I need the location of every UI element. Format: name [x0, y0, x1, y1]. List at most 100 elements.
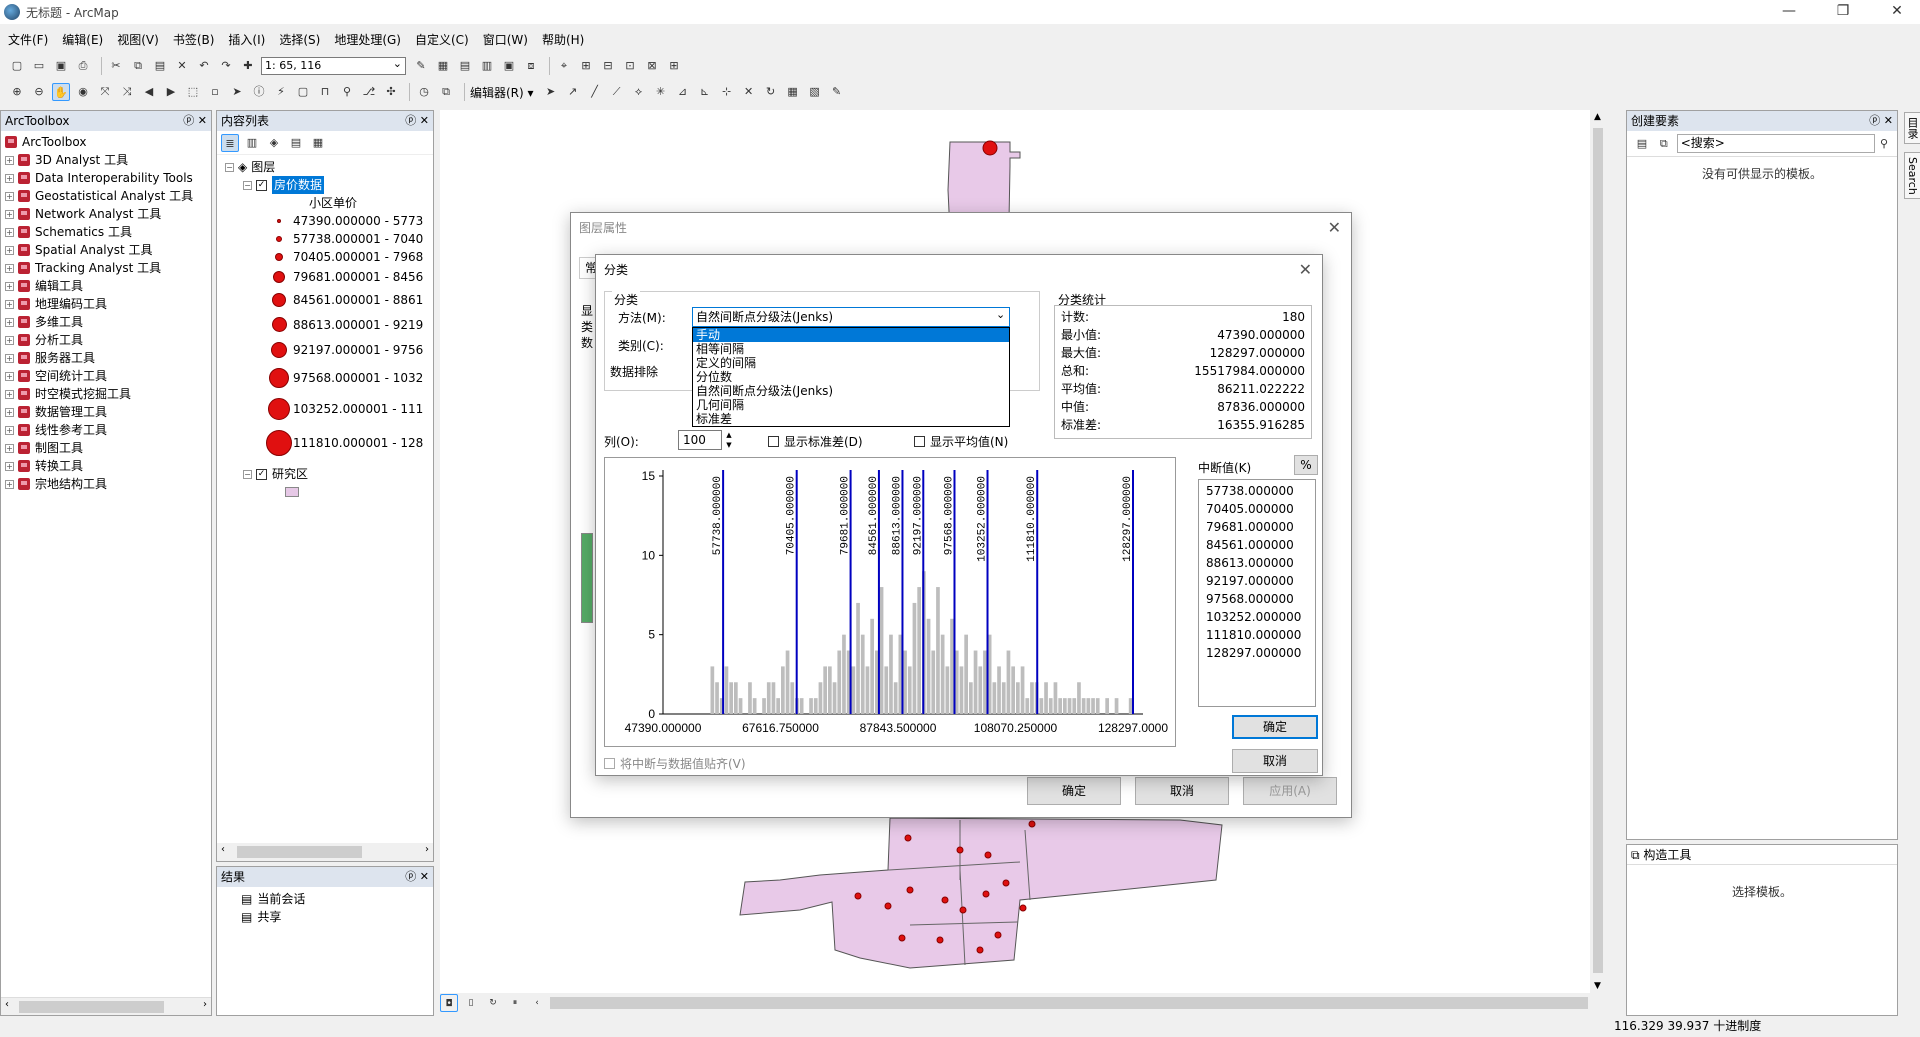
python-icon[interactable]: ▣ — [500, 57, 518, 75]
toolbox-item[interactable]: + Geostatistical Analyst 工具 — [5, 187, 211, 205]
add-data-icon[interactable]: ✚ — [239, 57, 257, 75]
full-extent-icon[interactable]: ◉ — [74, 83, 92, 101]
attributes-icon[interactable]: ▦ — [784, 83, 802, 101]
copy-icon[interactable]: ⧉ — [129, 57, 147, 75]
method-option[interactable]: 标准差 — [693, 412, 1009, 426]
show-std-option[interactable]: 显示标准差(D) — [768, 433, 863, 450]
toolbox-item[interactable]: + 数据管理工具 — [5, 403, 211, 421]
expand-icon[interactable]: + — [5, 227, 14, 237]
toolbox-item[interactable]: + 线性参考工具 — [5, 421, 211, 439]
toolbox-item[interactable]: + 宗地结构工具 — [5, 475, 211, 493]
toolbox-item[interactable]: + Schematics 工具 — [5, 223, 211, 241]
time-slider-icon[interactable]: ◷ — [415, 83, 433, 101]
legend-class[interactable]: 57738.000001 - 7040 — [225, 230, 433, 248]
expand-icon[interactable]: + — [5, 245, 14, 255]
close-button[interactable]: ✕ — [1874, 0, 1920, 24]
toolbox-root[interactable]: ArcToolbox — [5, 133, 211, 151]
pause-icon[interactable]: ⏸ — [506, 994, 524, 1012]
map-vscrollbar[interactable]: ▲ ▼ — [1590, 110, 1606, 993]
paste-icon[interactable]: ▤ — [151, 57, 169, 75]
layer-properties-cancel-button[interactable]: 取消 — [1135, 777, 1229, 805]
break-value[interactable]: 103252.000000 — [1199, 608, 1315, 626]
classification-cancel-button[interactable]: 取消 — [1232, 749, 1318, 773]
list-by-visibility-icon[interactable]: ◈ — [265, 134, 283, 152]
select-features-icon[interactable]: ⬚ — [184, 83, 202, 101]
break-value[interactable]: 84561.000000 — [1199, 536, 1315, 554]
pane-pin-close-icon[interactable]: ⓟ ✕ — [405, 867, 429, 887]
zoom-in-icon[interactable]: ⊕ — [8, 83, 26, 101]
menu-customize[interactable]: 自定义(C) — [415, 31, 469, 48]
results-item[interactable]: ▤ 共享 — [241, 908, 433, 926]
reshape-icon[interactable]: ⊾ — [696, 83, 714, 101]
edit-vertices-icon[interactable]: ⊿ — [674, 83, 692, 101]
table-icon[interactable]: ▦ — [434, 57, 452, 75]
snapping-icon[interactable]: ⌖ — [555, 57, 573, 75]
show-mean-option[interactable]: 显示平均值(N) — [914, 433, 1008, 450]
expand-icon[interactable]: + — [5, 317, 14, 327]
modelbuilder-icon[interactable]: ⧈ — [522, 57, 540, 75]
expand-icon[interactable]: + — [5, 389, 14, 399]
method-option[interactable]: 定义的间隔 — [693, 356, 1009, 370]
tool-b-icon[interactable]: ⊡ — [621, 57, 639, 75]
tool-d-icon[interactable]: ⊞ — [665, 57, 683, 75]
expand-icon[interactable]: + — [5, 461, 14, 471]
measure-icon[interactable]: ⊓ — [316, 83, 334, 101]
break-value[interactable]: 128297.000000 — [1199, 644, 1315, 662]
histogram-panel[interactable]: 0 5 10 15 57738.000000 70405.000000 79681.0000… — [604, 457, 1176, 747]
editor-toolbar-icon[interactable]: ✎ — [412, 57, 430, 75]
print-icon[interactable]: ⎙ — [74, 57, 92, 75]
layer-properties-ok-button[interactable]: 确定 — [1027, 777, 1121, 805]
viewer-icon[interactable]: ⧉ — [437, 83, 455, 101]
expand-icon[interactable]: + — [5, 371, 14, 381]
catalog-icon[interactable]: ▤ — [456, 57, 474, 75]
expand-icon[interactable]: + — [5, 173, 14, 183]
legend-class[interactable]: 92197.000001 - 9756 — [225, 337, 433, 363]
toolbox-item[interactable]: + 转换工具 — [5, 457, 211, 475]
editor-menu[interactable]: 编辑器(R) ▾ — [470, 84, 534, 101]
expand-icon[interactable]: + — [5, 425, 14, 435]
legend-class[interactable]: 103252.000001 - 111 — [225, 393, 433, 425]
toolbox-item[interactable]: + 空间统计工具 — [5, 367, 211, 385]
toolbox-item[interactable]: + 服务器工具 — [5, 349, 211, 367]
search-icon[interactable]: ⚲ — [1875, 135, 1893, 153]
clear-selection-icon[interactable]: ▫ — [206, 83, 224, 101]
pane-pin-close-icon[interactable]: ⓟ ✕ — [405, 111, 429, 131]
toolbox-item[interactable]: +3D Analyst 工具 — [5, 151, 211, 169]
save-icon[interactable]: ▣ — [52, 57, 70, 75]
break-values-list[interactable]: 57738.000000 70405.000000 79681.000000 8456… — [1198, 479, 1316, 707]
layer-house-price[interactable]: − ✓ 房价数据 — [225, 176, 433, 194]
tool-c-icon[interactable]: ⊠ — [643, 57, 661, 75]
menu-insert[interactable]: 插入(I) — [228, 31, 265, 48]
html-popup-icon[interactable]: ▢ — [294, 83, 312, 101]
minimize-button[interactable]: — — [1766, 0, 1812, 24]
map-scale-combo[interactable]: 1: 65, 116 — [261, 56, 406, 75]
toolbox-item[interactable]: + 时空模式挖掘工具 — [5, 385, 211, 403]
options-icon[interactable]: ▦ — [309, 134, 327, 152]
toolbox-item[interactable]: + Spatial Analyst 工具 — [5, 241, 211, 259]
georef-icon[interactable]: ⊞ — [577, 57, 595, 75]
edit-tool-icon[interactable]: ➤ — [542, 83, 560, 101]
fixed-zoom-in-icon[interactable]: ⤧ — [96, 83, 114, 101]
end-point-icon[interactable]: ⟋ — [608, 83, 626, 101]
close-icon[interactable]: ✕ — [1328, 213, 1341, 243]
template-search-input[interactable]: <搜索> — [1676, 134, 1876, 153]
layer-visibility-checkbox[interactable]: ✓ — [256, 468, 267, 480]
expand-icon[interactable]: + — [5, 353, 14, 363]
break-value[interactable]: 97568.000000 — [1199, 590, 1315, 608]
method-option[interactable]: 分位数 — [693, 370, 1009, 384]
legend-class[interactable]: 111810.000001 - 128 — [225, 425, 433, 461]
show-mean-checkbox[interactable] — [914, 436, 925, 447]
percent-button[interactable]: % — [1294, 455, 1318, 475]
expand-icon[interactable]: + — [5, 155, 14, 165]
legend-class[interactable]: 97568.000001 - 1032 — [225, 363, 433, 393]
pane-pin-close-icon[interactable]: ⓟ ✕ — [1869, 111, 1893, 131]
expand-icon[interactable]: + — [5, 407, 14, 417]
toolbox-item[interactable]: + 地理编码工具 — [5, 295, 211, 313]
list-by-selection-icon[interactable]: ▤ — [287, 134, 305, 152]
find-icon[interactable]: ⚲ — [338, 83, 356, 101]
method-select[interactable]: 自然间断点分级法(Jenks) — [692, 307, 1010, 327]
layer-properties-apply-button[interactable]: 应用(A) — [1243, 777, 1337, 805]
legend-class[interactable]: 84561.000001 - 8861 — [225, 288, 433, 312]
zoom-out-icon[interactable]: ⊖ — [30, 83, 48, 101]
expand-icon[interactable]: + — [5, 281, 14, 291]
